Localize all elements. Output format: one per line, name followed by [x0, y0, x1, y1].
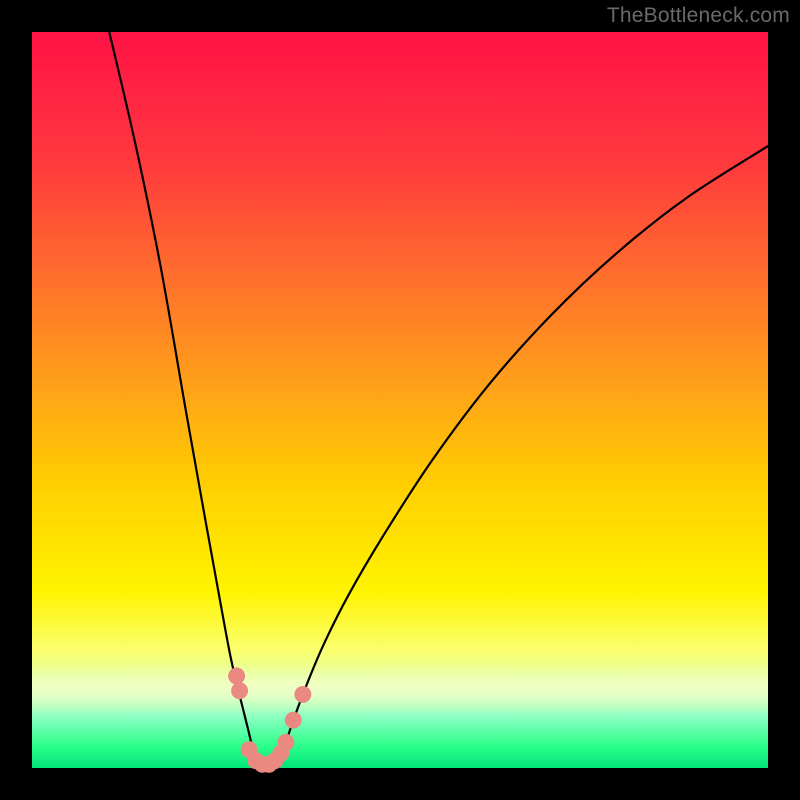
- chart-marker: [228, 668, 245, 685]
- curve-left-branch: [109, 32, 256, 768]
- chart-marker: [277, 734, 294, 751]
- chart-marker: [285, 712, 302, 729]
- chart-svg: [32, 32, 768, 768]
- chart-plot-area: [32, 32, 768, 768]
- chart-marker: [231, 682, 248, 699]
- watermark-text: TheBottleneck.com: [607, 4, 790, 28]
- chart-frame: TheBottleneck.com: [0, 0, 800, 800]
- chart-markers: [228, 668, 311, 773]
- chart-marker: [294, 686, 311, 703]
- curve-right-branch: [279, 146, 768, 768]
